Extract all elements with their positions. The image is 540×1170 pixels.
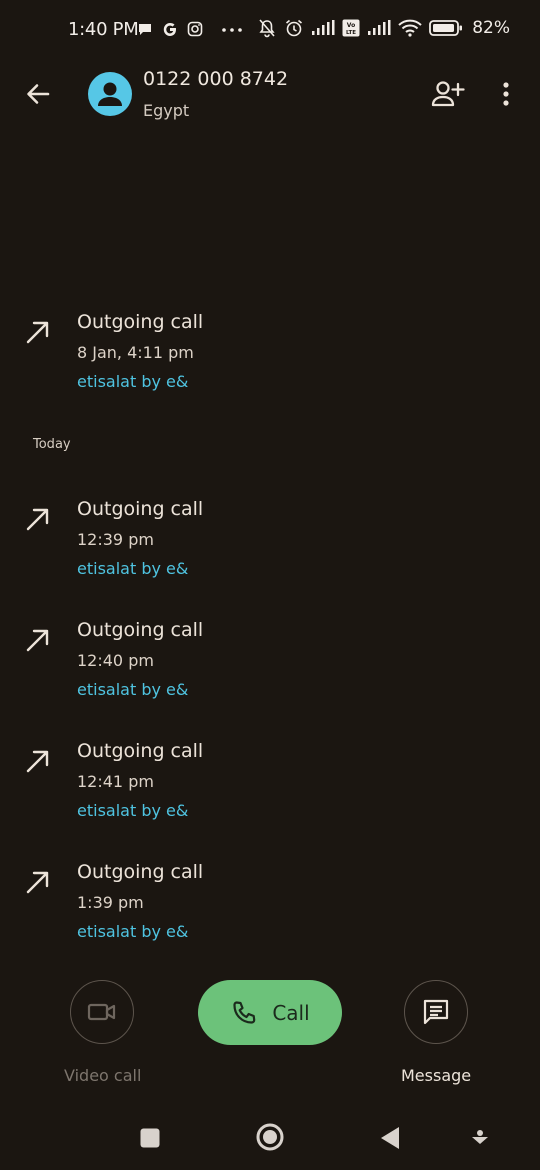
status-bar: 1:40 PM Vo LTE 82% (0, 0, 540, 62)
call-time: 12:40 pm (77, 651, 154, 670)
call-history-item[interactable]: Outgoing call 12:41 pm etisalat by e& (0, 740, 540, 830)
video-call-button[interactable] (70, 980, 134, 1044)
contact-country: Egypt (143, 101, 190, 120)
status-time: 1:40 PM (68, 19, 139, 40)
keyboard-hide-icon[interactable] (469, 1127, 491, 1149)
contact-number: 0122 000 8742 (143, 68, 289, 90)
call-type: Outgoing call (77, 619, 204, 641)
outgoing-call-icon (26, 508, 49, 531)
call-history-item[interactable]: Outgoing call 12:40 pm etisalat by e& (0, 619, 540, 709)
outgoing-call-icon (26, 750, 49, 773)
add-contact-button[interactable] (430, 78, 466, 110)
call-carrier: etisalat by e& (77, 680, 189, 699)
videocam-icon (87, 1003, 116, 1021)
instagram-icon (187, 21, 203, 37)
message-label: Message (401, 1066, 472, 1085)
outgoing-call-icon (26, 321, 49, 344)
alarm-icon (286, 19, 303, 37)
outgoing-call-icon (26, 629, 49, 652)
back-triangle-icon[interactable] (379, 1125, 401, 1151)
battery-percent: 82% (472, 18, 510, 38)
signal-icon (368, 20, 391, 35)
avatar[interactable] (88, 72, 132, 116)
system-nav-bar (0, 1110, 540, 1170)
more-dots-icon (222, 28, 242, 32)
call-history-item[interactable]: Outgoing call 1:39 pm etisalat by e& (0, 861, 540, 951)
arrow-back-icon (27, 84, 50, 104)
phone-icon (233, 1000, 256, 1024)
call-time: 12:41 pm (77, 772, 154, 791)
contact-header: 0122 000 8742 Egypt (0, 62, 540, 134)
video-call-label: Video call (64, 1066, 142, 1085)
home-circle-icon[interactable] (255, 1122, 285, 1152)
call-history-item[interactable]: Outgoing call 12:39 pm etisalat by e& (0, 498, 540, 588)
outgoing-call-icon (26, 871, 49, 894)
add-person-icon (431, 81, 465, 107)
call-type: Outgoing call (77, 740, 204, 762)
mute-bell-icon (259, 19, 275, 38)
back-button[interactable] (20, 76, 56, 112)
call-carrier: etisalat by e& (77, 559, 189, 578)
more-options-button[interactable] (496, 80, 516, 110)
call-button[interactable]: Call (198, 980, 342, 1045)
call-time: 12:39 pm (77, 530, 154, 549)
call-type: Outgoing call (77, 311, 204, 333)
signal-icon (312, 20, 335, 35)
call-type: Outgoing call (77, 498, 204, 520)
person-icon (98, 82, 122, 106)
svg-text:LTE: LTE (346, 30, 356, 36)
section-header-today: Today (33, 437, 71, 452)
wifi-icon (398, 19, 422, 37)
recents-square-icon[interactable] (139, 1127, 161, 1149)
volte-icon: VoLTE (342, 19, 360, 37)
more-vert-icon (503, 82, 509, 106)
chat-bubble-icon (139, 24, 151, 35)
call-carrier: etisalat by e& (77, 801, 189, 820)
call-carrier: etisalat by e& (77, 372, 189, 391)
call-time: 1:39 pm (77, 893, 144, 912)
call-carrier: etisalat by e& (77, 922, 189, 941)
call-time: 8 Jan, 4:11 pm (77, 343, 194, 362)
call-history-item[interactable]: Outgoing call 8 Jan, 4:11 pm etisalat by… (0, 311, 540, 401)
battery-icon (429, 20, 463, 36)
message-icon (423, 999, 449, 1025)
svg-text:Vo: Vo (347, 22, 355, 29)
call-button-label: Call (272, 1000, 310, 1025)
call-type: Outgoing call (77, 861, 204, 883)
google-g-icon (163, 23, 176, 36)
message-button[interactable] (404, 980, 468, 1044)
